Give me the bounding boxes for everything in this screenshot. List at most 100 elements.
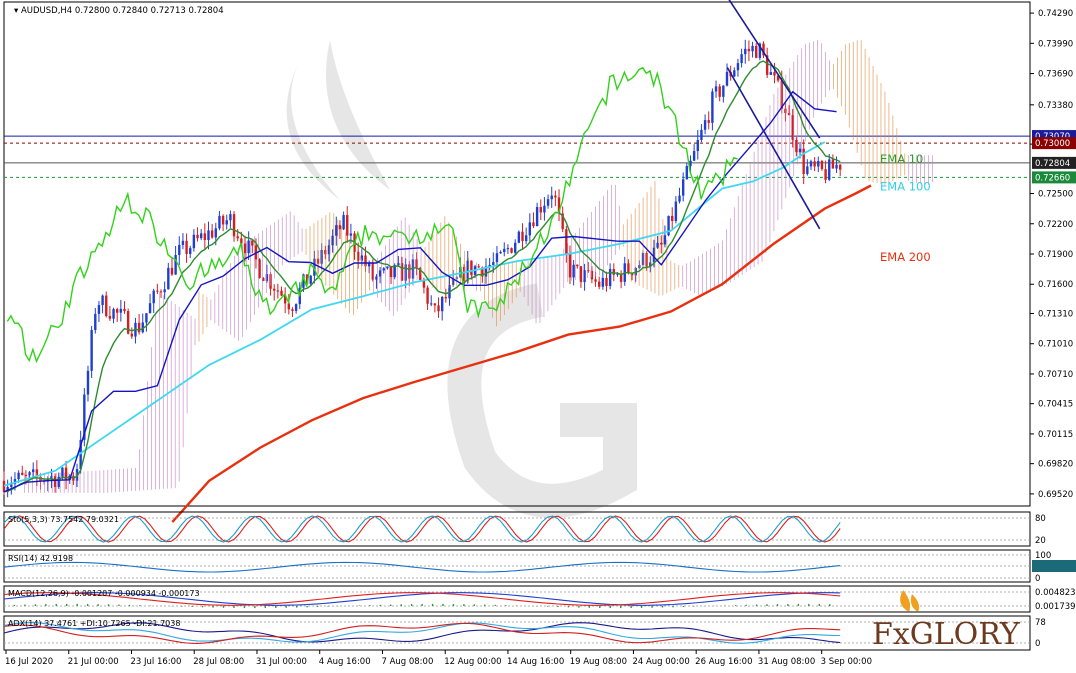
candle-body bbox=[820, 161, 824, 170]
candle-body bbox=[503, 248, 506, 252]
candle-body bbox=[148, 303, 152, 314]
candle-body bbox=[309, 275, 312, 284]
x-tick-label: 14 Aug 16:00 bbox=[507, 657, 564, 667]
forex-chart-window[interactable]: EMA 10 EMA 100 EMA 200 80 20 10050.00000 0.00… bbox=[0, 0, 1076, 669]
candle-body bbox=[714, 86, 718, 92]
candle-body bbox=[736, 63, 740, 71]
candle-body bbox=[17, 472, 20, 480]
candle-body bbox=[137, 322, 141, 333]
candle-body bbox=[671, 215, 674, 221]
candle-body bbox=[105, 295, 108, 317]
flame-icon bbox=[900, 590, 920, 612]
candle-body bbox=[696, 139, 699, 152]
y-tick-label: 0.73690 bbox=[1038, 70, 1073, 80]
y-tick-label: 0.70415 bbox=[1038, 400, 1073, 410]
candle-body bbox=[554, 195, 557, 198]
pane-level-tag bbox=[1032, 560, 1076, 572]
candle-body bbox=[681, 179, 685, 196]
candle-body bbox=[119, 308, 123, 313]
candle-body bbox=[21, 472, 24, 475]
candle-body bbox=[97, 305, 101, 314]
candle-body bbox=[167, 267, 170, 290]
candle-body bbox=[112, 309, 115, 319]
candle-body bbox=[24, 474, 28, 476]
candle-body bbox=[521, 231, 524, 242]
candle-body bbox=[178, 244, 181, 255]
pane-frame bbox=[3, 511, 1031, 547]
candle-body bbox=[94, 313, 97, 331]
candle-body bbox=[692, 151, 696, 161]
candle-body bbox=[568, 254, 572, 278]
candle-body bbox=[838, 164, 842, 170]
y-tick-label: 0.73380 bbox=[1038, 101, 1073, 111]
pane-level-label: 100 bbox=[1035, 551, 1051, 561]
candle-body bbox=[517, 231, 521, 243]
candle-body bbox=[389, 266, 393, 278]
candle-body bbox=[199, 233, 203, 239]
candle-body bbox=[415, 259, 418, 268]
candle-body bbox=[185, 240, 188, 254]
candle-body bbox=[203, 233, 207, 241]
candle-body bbox=[349, 233, 353, 236]
time-axis: 16 Jul 2020 21 Jul 00:00 23 Jul 16:00 28 Ju… bbox=[5, 650, 872, 667]
candle-body bbox=[189, 248, 192, 254]
candle-body bbox=[335, 225, 338, 236]
candle-body bbox=[608, 269, 612, 287]
candle-body bbox=[506, 248, 510, 250]
candle-body bbox=[824, 169, 827, 180]
candle-body bbox=[430, 303, 433, 305]
candle-body bbox=[367, 263, 371, 267]
candle-body bbox=[817, 161, 820, 167]
y-tick-label: 0.71010 bbox=[1038, 340, 1073, 350]
x-tick-label: 31 Aug 08:00 bbox=[758, 657, 815, 667]
candle-body bbox=[499, 251, 502, 254]
oscillator-trace bbox=[3, 561, 841, 573]
price-tag-label: 0.73000 bbox=[1035, 139, 1070, 149]
candle-body bbox=[86, 370, 90, 395]
candle-body bbox=[678, 195, 681, 202]
candle-body bbox=[601, 277, 605, 287]
candle-body bbox=[477, 266, 480, 268]
candle-body bbox=[831, 159, 835, 169]
candle-body bbox=[90, 330, 93, 371]
candle-body bbox=[294, 304, 298, 311]
candle-body bbox=[280, 290, 283, 296]
stochastic-label: Sto(5,3,3) 73.7542 79.0321 bbox=[8, 515, 119, 524]
candle-body bbox=[163, 289, 166, 293]
candle-body bbox=[382, 268, 385, 271]
candle-body bbox=[218, 215, 221, 229]
series-label: EMA 100 bbox=[880, 179, 931, 193]
chevron-down-icon[interactable]: ▾ bbox=[14, 6, 21, 16]
candle-body bbox=[539, 207, 542, 213]
candle-body bbox=[828, 159, 831, 180]
candle-body bbox=[546, 199, 550, 206]
price-tag-label: 0.72804 bbox=[1035, 159, 1070, 169]
candle-body bbox=[514, 242, 517, 253]
pane-level-label: 0 bbox=[1035, 574, 1040, 584]
x-tick-label: 24 Aug 00:00 bbox=[632, 657, 689, 667]
series-label: EMA 10 bbox=[880, 152, 923, 166]
fxglory-logo: FxGLORY bbox=[872, 590, 1021, 652]
candle-body bbox=[535, 207, 539, 227]
candle-body bbox=[543, 205, 546, 213]
candle-body bbox=[225, 220, 228, 225]
candle-body bbox=[433, 303, 437, 306]
candle-body bbox=[773, 72, 776, 76]
candle-body bbox=[207, 230, 210, 241]
y-tick-label: 0.71900 bbox=[1038, 250, 1073, 260]
candle-body bbox=[338, 225, 342, 230]
candle-body bbox=[700, 129, 703, 140]
kijun-sen-line bbox=[3, 90, 837, 493]
chart-canvas[interactable]: EMA 10 EMA 100 EMA 200 80 20 10050.00000 0.00… bbox=[0, 0, 1076, 669]
x-tick-label: 26 Aug 16:00 bbox=[695, 657, 752, 667]
candle-body bbox=[492, 262, 495, 265]
candle-body bbox=[576, 264, 579, 267]
oscillator-trace bbox=[3, 515, 841, 543]
candle-body bbox=[386, 266, 389, 269]
candle-body bbox=[444, 297, 448, 299]
candle-body bbox=[597, 281, 601, 287]
y-tick-label: 0.70710 bbox=[1038, 370, 1073, 380]
series-label: EMA 200 bbox=[880, 250, 931, 264]
candle-body bbox=[744, 48, 747, 55]
candle-body bbox=[221, 215, 225, 225]
